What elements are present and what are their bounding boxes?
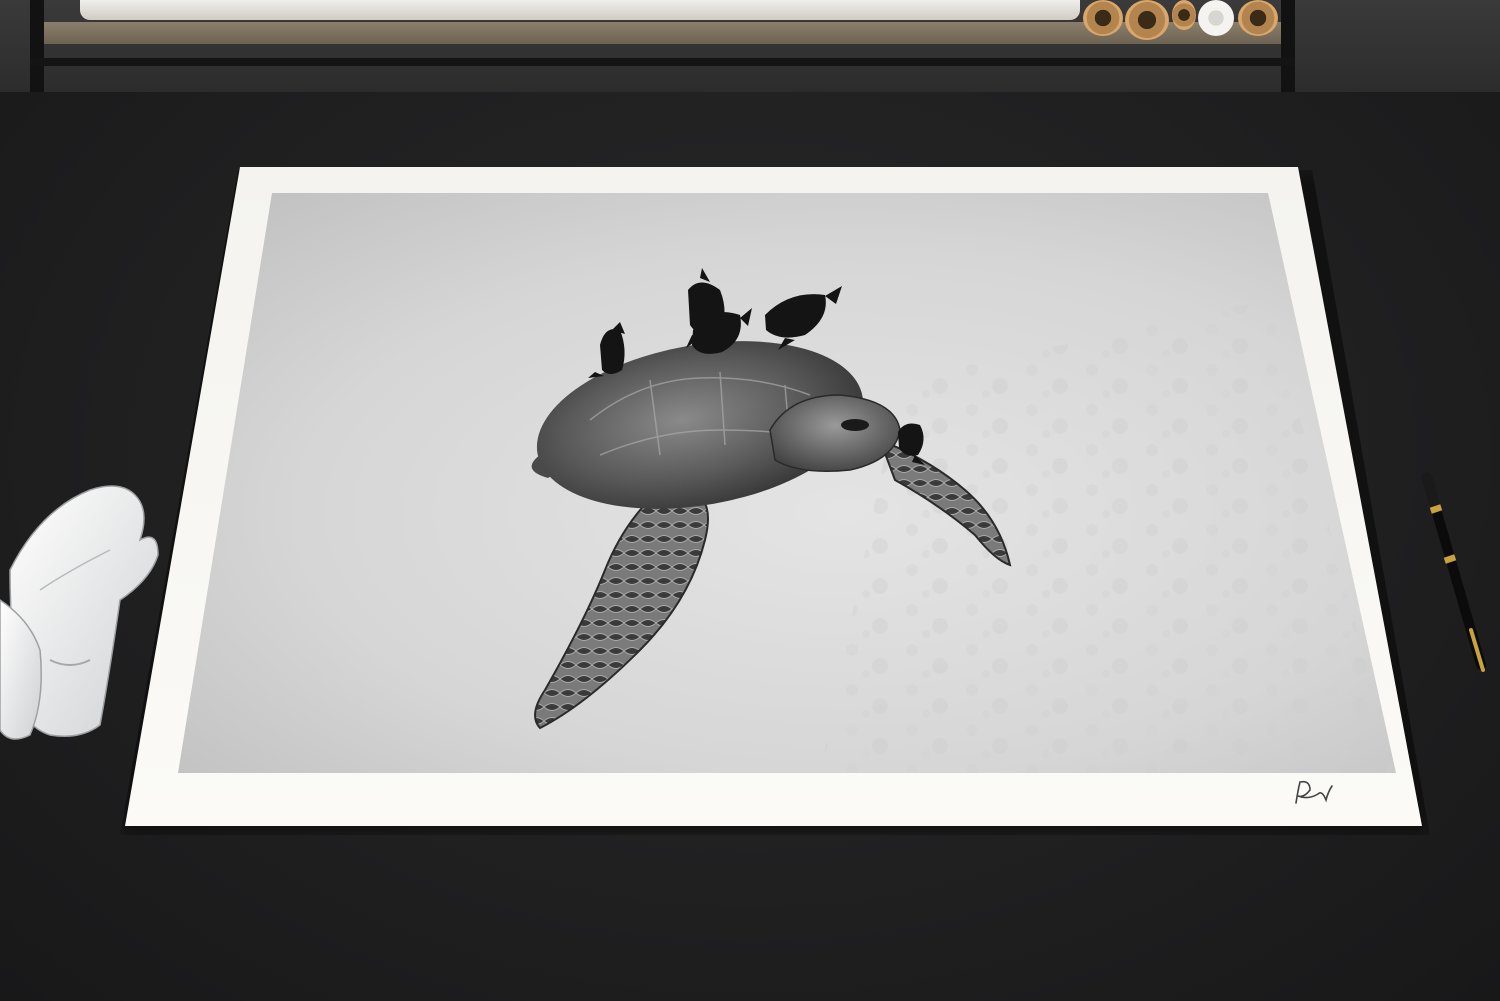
photo-print — [125, 167, 1422, 826]
fountain-pen-icon — [1421, 472, 1486, 672]
photo-print-scene — [0, 0, 1500, 1001]
white-cotton-gloves-icon — [0, 485, 159, 740]
